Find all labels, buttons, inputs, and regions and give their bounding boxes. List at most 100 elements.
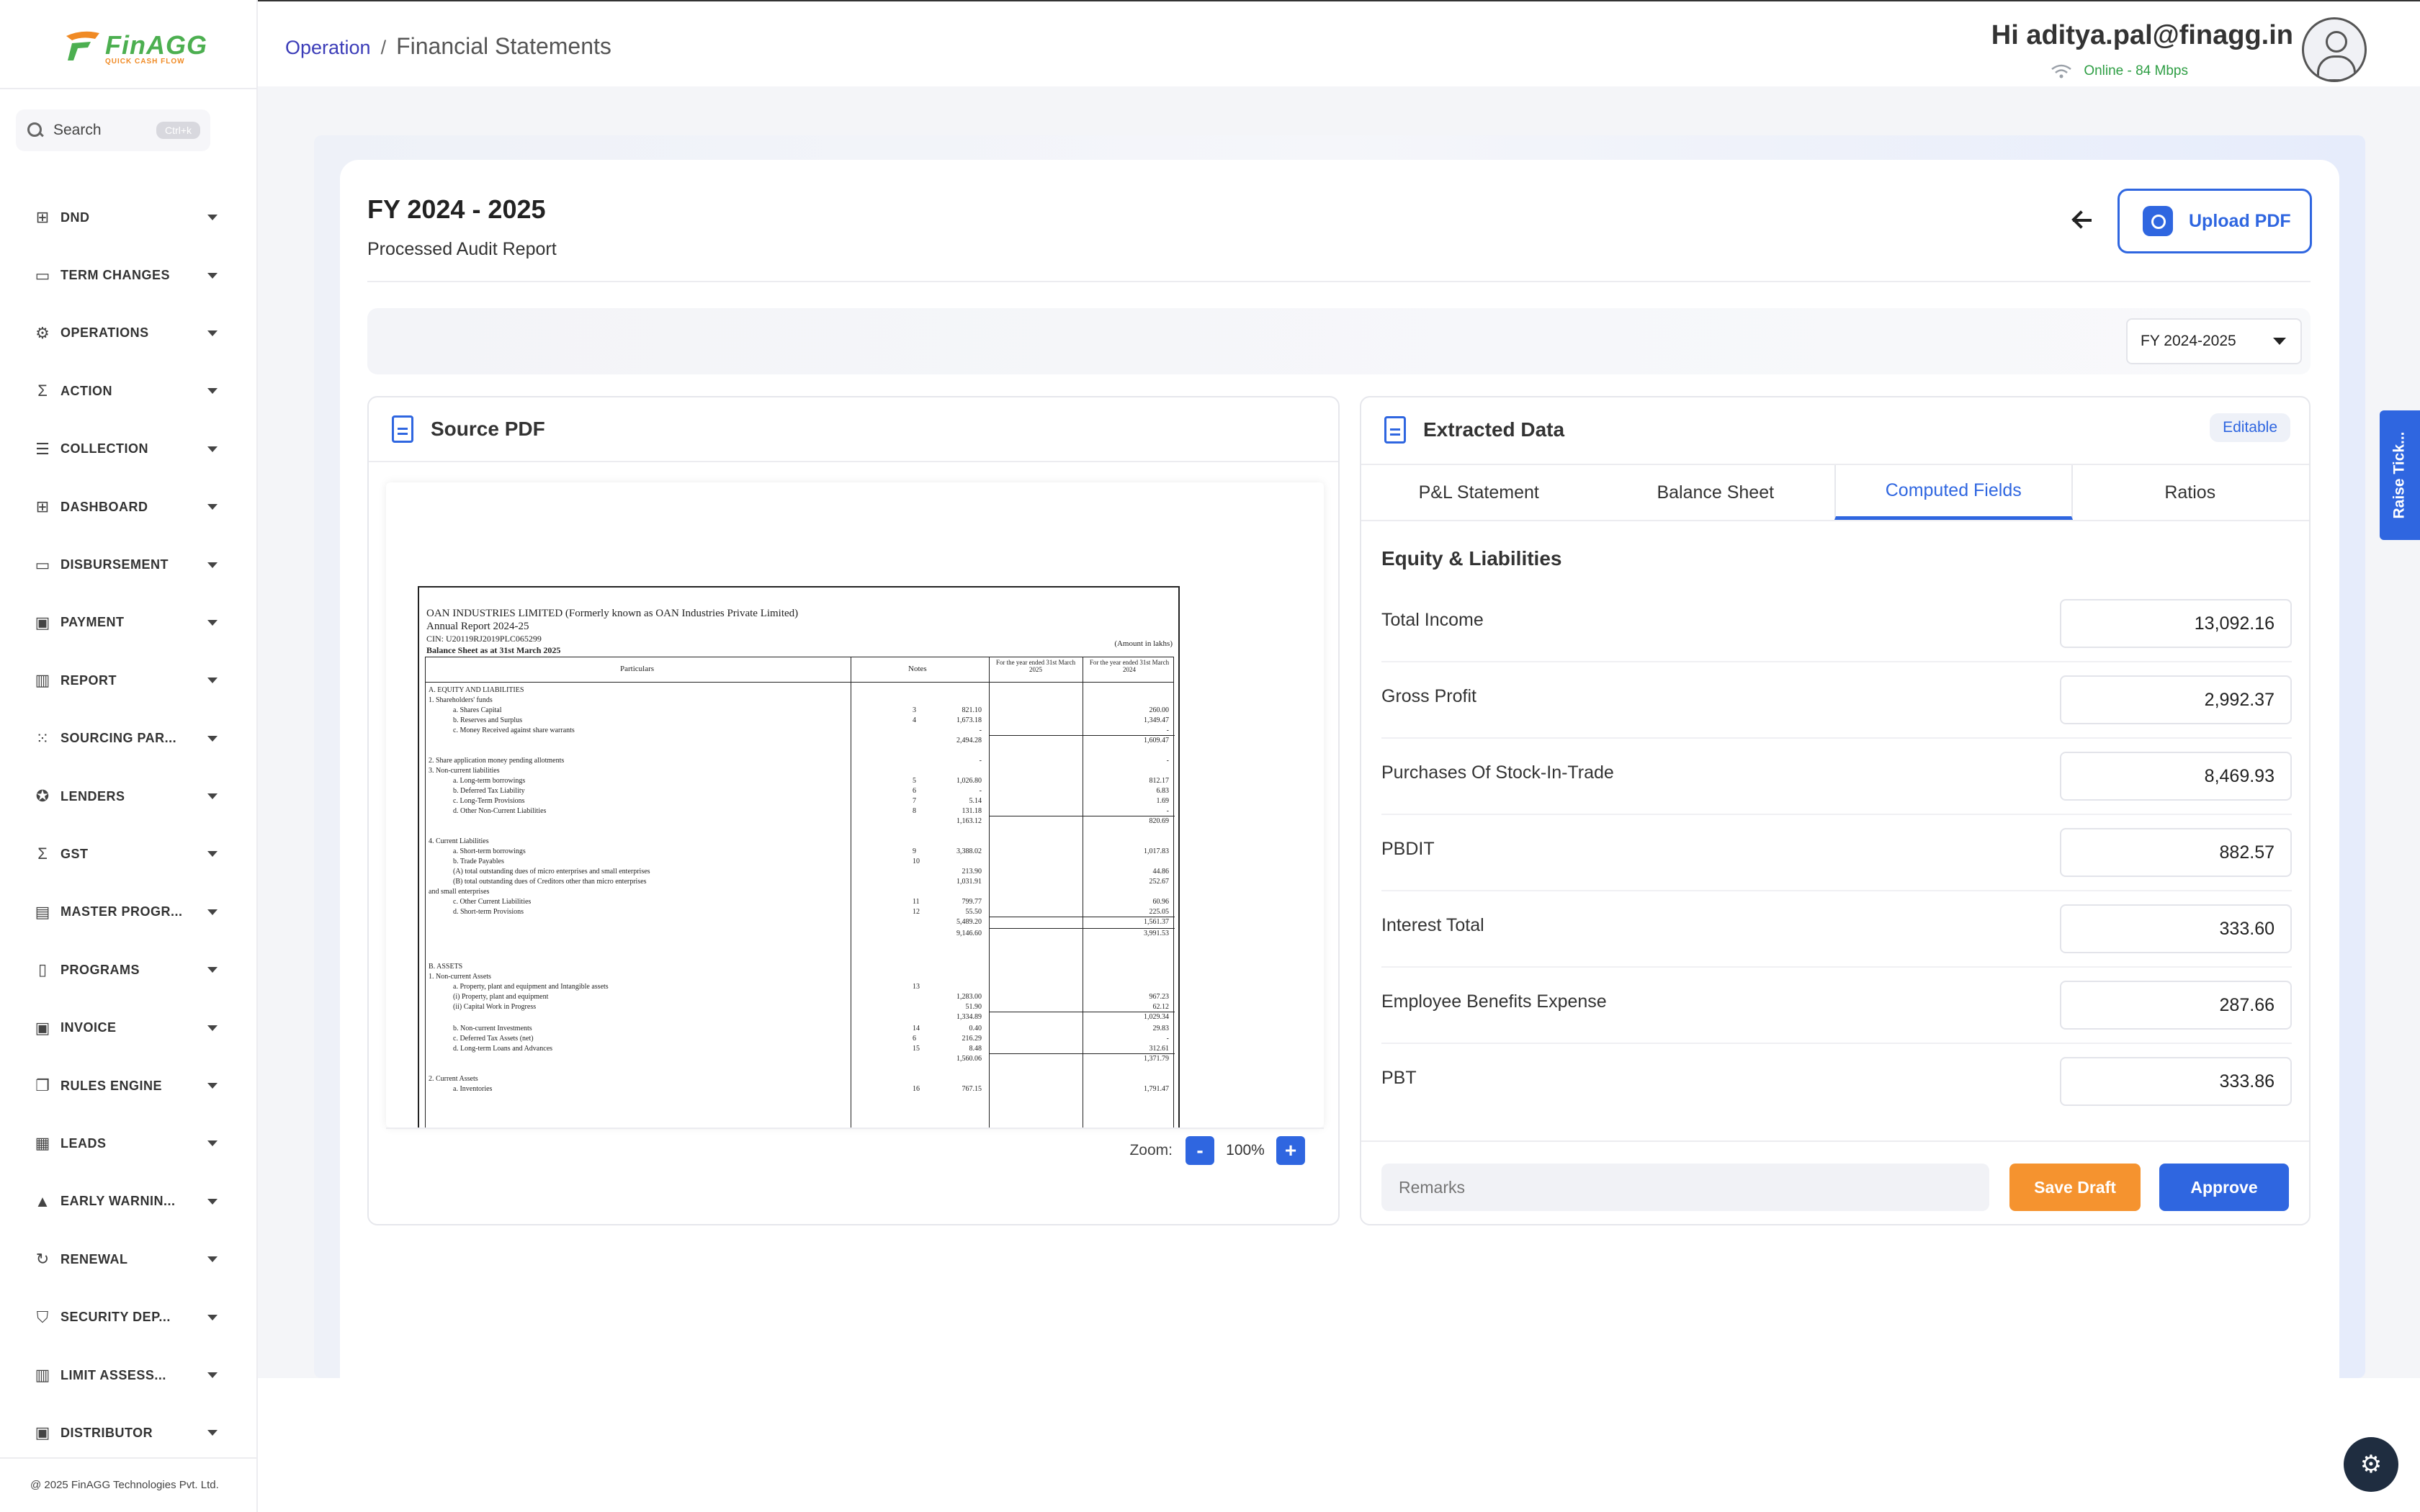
pdf-row-text: (ii) Capital Work in Progress <box>453 1003 537 1011</box>
sidebar-item-programs[interactable]: ▯ PROGRAMS <box>0 941 258 999</box>
field-value-input[interactable] <box>2060 599 2292 648</box>
pdf-row-text: c. Deferred Tax Assets (net) <box>453 1035 534 1043</box>
sidebar-item-early-warnin[interactable]: ▲ EARLY WARNIN... <box>0 1173 258 1230</box>
payment-icon: ▣ <box>35 1423 50 1442</box>
pdf-row-text: a. Property, plant and equipment and Int… <box>453 983 609 991</box>
chevron-down-icon <box>207 1430 218 1436</box>
sidebar-item-payment[interactable]: ▣ PAYMENT <box>0 594 258 652</box>
pdf-row-cy: 1,026.80 <box>956 777 982 785</box>
chevron-down-icon <box>207 793 218 800</box>
sidebar-item-leads[interactable]: ▦ LEADS <box>0 1115 258 1172</box>
chevron-down-icon <box>207 1256 218 1263</box>
finagg-logo[interactable]: FinAGG QUICK CASH FLOW <box>62 29 207 66</box>
logo-mark-icon <box>66 31 99 60</box>
field-value-input[interactable] <box>2060 828 2292 877</box>
sidebar-item-label: DND <box>60 210 90 225</box>
sidebar-item-rules-engine[interactable]: ❐ RULES ENGINE <box>0 1057 258 1115</box>
chevron-down-icon <box>207 330 218 336</box>
pdf-row-py: 1,609.47 <box>1144 737 1169 744</box>
sidebar-item-label: LIMIT ASSESS... <box>60 1367 166 1382</box>
sidebar-item-lenders[interactable]: ✪ LENDERS <box>0 768 258 825</box>
back-arrow-icon[interactable] <box>2070 207 2096 233</box>
sidebar-item-renewal[interactable]: ↻ RENEWAL <box>0 1230 258 1288</box>
breadcrumb-operation-link[interactable]: Operation <box>285 37 371 59</box>
field-value-input[interactable] <box>2060 675 2292 724</box>
chart-icon: ▥ <box>35 671 50 690</box>
sidebar-item-limit-assess[interactable]: ▥ LIMIT ASSESS... <box>0 1346 258 1404</box>
sidebar-item-dnd[interactable]: ⊞ DND <box>0 189 258 246</box>
sidebar-item-invoice[interactable]: ▣ INVOICE <box>0 999 258 1056</box>
approve-button[interactable]: Approve <box>2159 1164 2289 1211</box>
search-box[interactable]: Search Ctrl+k <box>16 109 210 151</box>
sidebar-item-collection[interactable]: ☰ COLLECTION <box>0 420 258 478</box>
sidebar-item-security-dep[interactable]: ⛉ SECURITY DEP... <box>0 1288 258 1346</box>
field-value-input[interactable] <box>2060 1057 2292 1106</box>
zoom-out-button[interactable]: - <box>1186 1136 1214 1165</box>
document-icon <box>392 415 413 443</box>
field-value-input[interactable] <box>2060 904 2292 953</box>
sidebar-item-operations[interactable]: ⚙ OPERATIONS <box>0 305 258 362</box>
chevron-down-icon <box>207 272 218 279</box>
pdf-row-py: 1,371.79 <box>1144 1055 1169 1063</box>
fy-select[interactable]: FY 2024-2025 <box>2126 318 2302 364</box>
sidebar-item-term-changes[interactable]: ▭ TERM CHANGES <box>0 246 258 304</box>
search-shortcut: Ctrl+k <box>156 122 200 139</box>
upload-pdf-button[interactable]: Upload PDF <box>2118 189 2312 253</box>
chevron-down-icon <box>207 619 218 626</box>
breadcrumb: Operation / Financial Statements <box>285 33 611 60</box>
brand-tagline: QUICK CASH FLOW <box>105 58 185 66</box>
pdf-row-cy: 821.10 <box>962 706 982 714</box>
tab-balance-sheet[interactable]: Balance Sheet <box>1598 465 1834 520</box>
sidebar-item-action[interactable]: Σ ACTION <box>0 362 258 420</box>
pdf-viewer[interactable]: OAN INDUSTRIES LIMITED (Formerly known a… <box>386 482 1324 1128</box>
chevron-down-icon <box>207 1083 218 1089</box>
sidebar-item-dashboard[interactable]: ⊞ DASHBOARD <box>0 478 258 536</box>
pdf-row-py: 225.05 <box>1149 908 1170 916</box>
field-value-input[interactable] <box>2060 752 2292 801</box>
pdf-row-text: b. Trade Payables <box>453 858 504 865</box>
sidebar-divider <box>0 88 258 89</box>
sidebar-item-gst[interactable]: Σ GST <box>0 825 258 883</box>
pdf-row-text: and small enterprises <box>429 888 490 896</box>
sidebar-item-label: RULES ENGINE <box>60 1078 163 1093</box>
tab-ratios[interactable]: Ratios <box>2073 465 2309 520</box>
settings-fab[interactable]: ⚙ <box>2344 1437 2398 1492</box>
field-row: PBDIT <box>1381 815 2292 891</box>
pdf-row-cy: 55.50 <box>965 908 982 916</box>
pdf-row-cy: 1,673.18 <box>956 716 982 724</box>
tab-p-l-statement[interactable]: P&L Statement <box>1361 465 1598 520</box>
sidebar-nav: ⊞ DND ▭ TERM CHANGES ⚙ OPERATIONS Σ ACTION ☰ COLL… <box>0 189 258 1462</box>
pdf-row-cy: 8.48 <box>969 1045 982 1053</box>
fields-scroll[interactable]: Total Income Gross Profit Purchases Of Sto… <box>1361 586 2309 1119</box>
zoom-value: 100% <box>1226 1142 1265 1158</box>
pdf-sheet-title: Balance Sheet as at 31st March 2025 <box>426 645 561 655</box>
pdf-row-cy: 799.77 <box>962 898 982 906</box>
connection-status: Online - 84 Mbps <box>2051 63 2188 79</box>
chevron-down-icon <box>207 851 218 858</box>
sidebar: FinAGG QUICK CASH FLOW Search Ctrl+k ⊞ DN… <box>0 0 258 1512</box>
grid-icon: ⊞ <box>35 498 50 516</box>
chevron-down-icon <box>207 562 218 568</box>
sidebar-item-report[interactable]: ▥ REPORT <box>0 652 258 709</box>
search-input[interactable]: Search <box>53 122 156 139</box>
raise-ticket-button[interactable]: Raise Tick... <box>2380 410 2420 540</box>
remarks-input[interactable] <box>1381 1164 1989 1211</box>
zoom-in-button[interactable]: + <box>1276 1136 1305 1165</box>
user-avatar-icon[interactable] <box>2302 17 2367 82</box>
sidebar-item-disbursement[interactable]: ▭ DISBURSEMENT <box>0 536 258 593</box>
chevron-down-icon <box>207 1314 218 1320</box>
brand-name: FinAGG <box>105 30 207 60</box>
field-label: PBT <box>1381 1067 1417 1088</box>
sidebar-item-sourcing-par[interactable]: ⁙ SOURCING PAR... <box>0 710 258 768</box>
sidebar-item-distributor[interactable]: ▣ DISTRIBUTOR <box>0 1404 258 1462</box>
field-value-input[interactable] <box>2060 981 2292 1030</box>
badge-icon: ✪ <box>35 787 50 806</box>
sidebar-item-label: DASHBOARD <box>60 499 148 514</box>
pdf-page: OAN INDUSTRIES LIMITED (Formerly known a… <box>418 586 1180 1128</box>
pdf-row-py: 1,561.37 <box>1144 918 1169 926</box>
tab-computed-fields[interactable]: Computed Fields <box>1834 465 2073 520</box>
sidebar-item-master-progr[interactable]: ▤ MASTER PROGR... <box>0 883 258 941</box>
save-draft-button[interactable]: Save Draft <box>2009 1164 2141 1211</box>
pdf-row-py: 62.12 <box>1152 1003 1170 1011</box>
top-header: Operation / Financial Statements Hi adit… <box>258 0 2420 86</box>
